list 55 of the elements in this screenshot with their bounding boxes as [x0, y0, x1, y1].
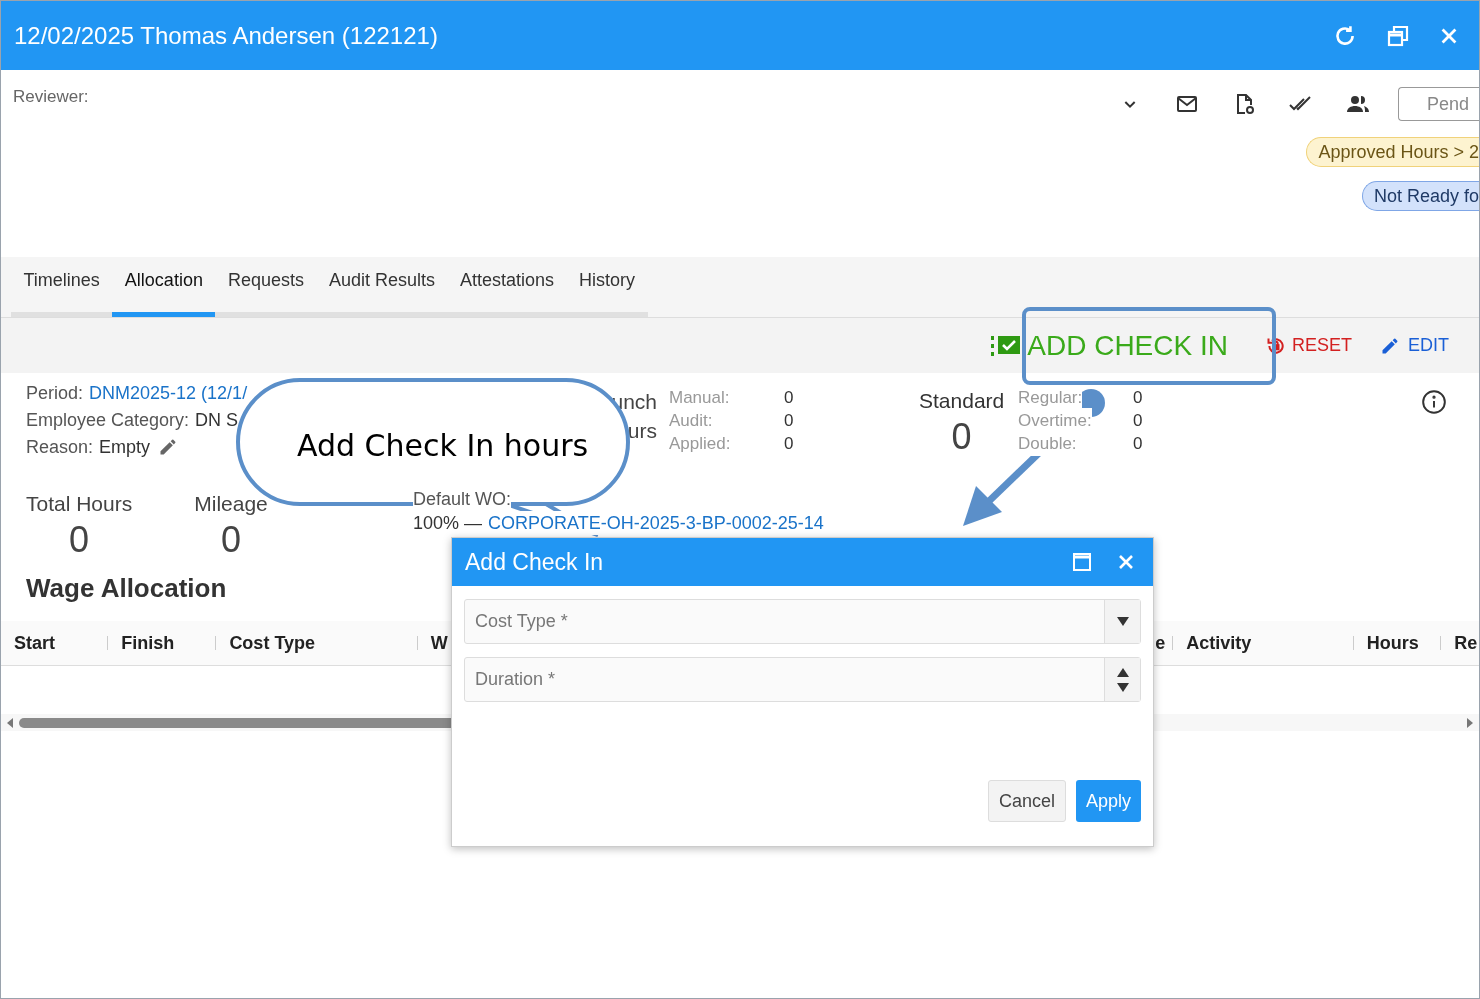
tab[interactable]: Timelines — [11, 267, 113, 317]
dialog-title: Add Check In — [465, 547, 605, 577]
edit-button[interactable]: EDIT — [1380, 332, 1449, 359]
standard-value: 0 — [951, 416, 972, 457]
window-title: 12/02/2025 Thomas Andersen (122121) — [14, 20, 439, 51]
maximize-icon[interactable] — [1073, 553, 1091, 571]
tab[interactable]: Attestations — [447, 267, 567, 317]
column-header[interactable]: Re — [1454, 629, 1478, 657]
scroll-left-icon[interactable] — [5, 716, 15, 729]
tab[interactable]: Requests — [215, 267, 317, 317]
status-field[interactable]: Pend — [1398, 87, 1479, 121]
standard-label: Standard — [919, 388, 1005, 414]
decrement-icon[interactable] — [1116, 682, 1129, 692]
column-header[interactable]: Cost Type — [229, 629, 316, 657]
callout-text: Add Check In hours — [297, 427, 589, 465]
dropdown-icon[interactable] — [1116, 617, 1129, 626]
field-label: Employee Category: — [26, 408, 190, 432]
punch-label: urs — [627, 418, 657, 444]
status-badge: Not Ready fo — [1361, 181, 1479, 211]
stat-label: Double: — [1018, 430, 1077, 457]
column-header[interactable]: e — [1155, 629, 1166, 657]
work-order-link[interactable]: CORPORATE-OH-2025-3-BP-0002-25-14 — [488, 511, 824, 535]
total-value: 0 — [220, 519, 241, 560]
stat-value: 0 — [784, 386, 794, 409]
scroll-right-icon[interactable] — [1465, 716, 1475, 729]
total-value: 0 — [69, 519, 90, 560]
share-text: 100% — — [413, 512, 483, 535]
cancel-button[interactable]: Cancel — [987, 780, 1066, 822]
total-label: Total Hours — [26, 491, 133, 517]
total-label: Mileage — [194, 491, 268, 517]
restore-icon[interactable] — [1386, 23, 1410, 48]
column-header[interactable]: Start — [14, 629, 55, 657]
column-header[interactable]: Hours — [1366, 629, 1419, 657]
column-header[interactable]: W — [430, 629, 448, 657]
section-title: Wage Allocation — [26, 572, 227, 605]
column-header[interactable]: Finish — [121, 629, 175, 657]
info-icon[interactable] — [1421, 389, 1447, 415]
stat-value: 0 — [1133, 409, 1143, 432]
reviewer-label: Reviewer: — [13, 87, 89, 106]
tab[interactable]: Audit Results — [316, 267, 448, 317]
stat-value: 0 — [784, 432, 794, 455]
stat-value: 0 — [1133, 386, 1143, 409]
field-value: Empty — [99, 435, 151, 459]
reset-button[interactable]: RESET — [1265, 332, 1352, 359]
close-icon[interactable] — [1117, 553, 1135, 571]
tab[interactable]: History — [566, 267, 648, 317]
status-badge: Approved Hours > 2 — [1306, 137, 1479, 167]
stat-value: 0 — [784, 409, 794, 432]
reset-icon — [1265, 335, 1286, 356]
field-label: Period: — [26, 381, 84, 405]
stat-value: 0 — [1133, 432, 1143, 455]
field-value: DN S — [195, 408, 239, 432]
column-header[interactable]: Activity — [1186, 629, 1252, 657]
period-link[interactable]: DNM2025-12 (12/1/ — [89, 379, 248, 407]
field-label: Reason: — [26, 435, 94, 459]
